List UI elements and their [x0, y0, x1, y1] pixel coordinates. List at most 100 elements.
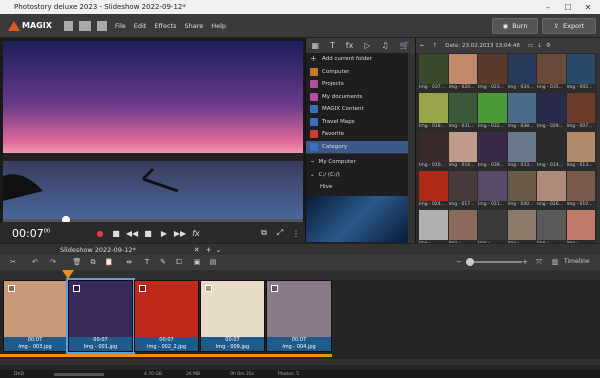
menu-help[interactable]: Help: [211, 22, 226, 30]
music-icon[interactable]: ♫: [381, 41, 388, 50]
crop-icon[interactable]: ⧠: [174, 257, 184, 267]
browser-item-computer[interactable]: Computer: [306, 66, 415, 79]
menu-share[interactable]: Share: [184, 22, 203, 30]
tree-c-drive[interactable]: ⌄ C:/ (C:/): [306, 169, 415, 182]
browser-item-travel-maps[interactable]: Travel Maps: [306, 116, 415, 129]
menu-effects[interactable]: Effects: [154, 22, 176, 30]
thumbnail-item[interactable]: Img - 039...: [478, 132, 507, 171]
timeline-clip[interactable]: 00:07 Img - 001.jpg: [66, 278, 135, 354]
thumbnail-item[interactable]: Img - 035...: [537, 54, 566, 93]
thumbnail-item[interactable]: Img - 031...: [448, 93, 477, 132]
export-button[interactable]: ⇪ Export: [542, 18, 596, 34]
thumbnail-item[interactable]: Img - 023...: [478, 54, 507, 93]
clip-checkbox[interactable]: [271, 285, 278, 292]
view-mode-icon[interactable]: ▥: [550, 257, 560, 267]
browser-item-documents[interactable]: My documents: [306, 91, 415, 104]
play-icon[interactable]: ▶: [158, 227, 170, 239]
thumbnail-item[interactable]: Img - 038...: [507, 93, 536, 132]
thumbnail-item[interactable]: Img - 034...: [507, 54, 536, 93]
cart-icon[interactable]: 🛒: [400, 41, 410, 50]
timeline-clip[interactable]: 00:07 Img - 003.jpg: [3, 280, 67, 352]
zoom-in-icon[interactable]: +: [520, 257, 530, 267]
thumbnail-item[interactable]: Img - 021...: [478, 171, 507, 210]
stop-icon[interactable]: ■: [110, 227, 122, 239]
rewind-icon[interactable]: ◀◀: [126, 227, 138, 239]
thumbnail-item[interactable]: Img - 007...: [566, 93, 595, 132]
thumbnail-item[interactable]: Img - 010...: [566, 171, 595, 210]
zoom-slider[interactable]: [466, 261, 522, 263]
close-icon[interactable]: ✕: [578, 0, 598, 14]
thumbnail-item[interactable]: Img - 026...: [537, 171, 566, 210]
browser-item-category[interactable]: Category: [306, 140, 415, 153]
fit-icon[interactable]: ▣: [192, 257, 202, 267]
fast-forward-icon[interactable]: ▶▶: [174, 227, 186, 239]
thumbnail-item[interactable]: Img - 040...: [507, 171, 536, 210]
split-icon[interactable]: ⇹: [124, 257, 134, 267]
clip-checkbox[interactable]: [139, 285, 146, 292]
fx-icon[interactable]: fx: [346, 41, 354, 50]
transition-icon[interactable]: ▷: [364, 41, 370, 50]
zoom-slider-handle[interactable]: [466, 258, 474, 266]
redo-icon[interactable]: ↷: [48, 257, 58, 267]
minimize-icon[interactable]: –: [538, 0, 558, 14]
clip-checkbox[interactable]: [8, 285, 15, 292]
edit-icon[interactable]: ✎: [158, 257, 168, 267]
cast-icon[interactable]: ⧉: [258, 227, 270, 239]
browser-item-favorite[interactable]: Favorite: [306, 128, 415, 141]
thumbnail-item[interactable]: Img - 013...: [566, 132, 595, 171]
more-icon[interactable]: ⋮: [290, 227, 302, 239]
record-icon[interactable]: ●: [94, 227, 106, 239]
thumbnail-item[interactable]: Img - 018...: [419, 93, 448, 132]
timeline-clip[interactable]: 00:07 Img - 004.jpg: [266, 280, 332, 352]
menu-edit[interactable]: Edit: [134, 22, 147, 30]
playhead-icon[interactable]: [62, 270, 74, 280]
thumbnail-item[interactable]: Img - 014...: [537, 132, 566, 171]
tab-menu-icon[interactable]: ⌄: [216, 246, 222, 254]
burn-button[interactable]: ◉ Burn: [492, 18, 538, 34]
timeline-tab[interactable]: Slideshow 2022-09-12*: [60, 246, 136, 254]
clip-checkbox[interactable]: [205, 285, 212, 292]
download-icon[interactable]: ↓: [537, 43, 542, 49]
tree-my-computer[interactable]: − My Computer: [306, 156, 415, 169]
timeline-clip[interactable]: 00:07 Img - 009.jpg: [200, 280, 265, 352]
thumbnail-item[interactable]: Img - 033...: [507, 132, 536, 171]
tree-hive[interactable]: Hive: [306, 181, 415, 194]
thumbnail-item[interactable]: Img - 002...: [566, 54, 595, 93]
thumbnail-item[interactable]: Img - 016...: [448, 132, 477, 171]
stop-playback-icon[interactable]: ■: [142, 227, 154, 239]
storyboard-icon[interactable]: ▤: [208, 257, 218, 267]
text-icon[interactable]: T: [330, 41, 335, 50]
thumbnail-item[interactable]: Img - 032...: [478, 93, 507, 132]
fullscreen-icon[interactable]: ⤢: [274, 227, 286, 239]
tab-add-icon[interactable]: +: [206, 246, 212, 254]
thumbnail-item[interactable]: Img - 037...: [419, 54, 448, 93]
thumbnail-item[interactable]: Img - 024...: [419, 171, 448, 210]
browser-item-add-folder[interactable]: + Add current folder: [306, 53, 415, 66]
zoom-out-icon[interactable]: −: [454, 257, 464, 267]
timeline-clip[interactable]: 00:07 Img - 002_2.jpg: [134, 280, 199, 352]
browser-item-projects[interactable]: Projects: [306, 78, 415, 91]
effects-icon[interactable]: fx: [190, 227, 202, 239]
title-icon[interactable]: T: [142, 257, 152, 267]
thumbnail-item[interactable]: Img - 020...: [448, 54, 477, 93]
menu-file[interactable]: File: [115, 22, 126, 30]
list-view-icon[interactable]: ▭: [528, 43, 533, 49]
new-project-icon[interactable]: [63, 20, 73, 31]
cut-icon[interactable]: ✂: [8, 257, 18, 267]
maximize-icon[interactable]: ☐: [558, 0, 578, 14]
settings-icon[interactable]: ⚙: [546, 43, 551, 49]
browser-item-magix-content[interactable]: MAGIX Content: [306, 103, 415, 116]
copy-icon[interactable]: ⧉: [88, 257, 98, 267]
back-arrow-icon[interactable]: ←: [420, 43, 425, 49]
open-folder-icon[interactable]: [78, 20, 91, 31]
thumbnail-item[interactable]: Img - 017...: [448, 171, 477, 210]
save-icon[interactable]: [96, 20, 107, 31]
tab-close-icon[interactable]: ✕: [194, 246, 200, 254]
clip-checkbox[interactable]: [73, 285, 80, 292]
delete-icon[interactable]: 🗑: [72, 257, 82, 267]
up-arrow-icon[interactable]: ↑: [433, 43, 438, 49]
timeline-scrollbar[interactable]: [0, 359, 600, 365]
thumbnail-item[interactable]: Img - 010...: [419, 132, 448, 171]
undo-icon[interactable]: ↶: [30, 257, 40, 267]
grid-icon[interactable]: ▦: [311, 41, 319, 50]
